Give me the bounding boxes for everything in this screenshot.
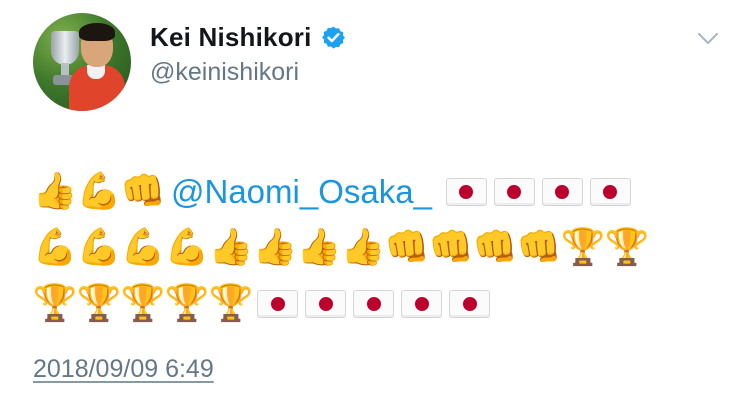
verified-badge-icon: [321, 26, 345, 49]
japan-flag-icon: [493, 178, 535, 206]
trophy-icon: 🏆: [604, 227, 650, 268]
tweet-line-2: 💪 💪 💪 💪 👍 👍 👍 👍 👊 👊 👊 👊 🏆 🏆: [33, 219, 733, 277]
oncoming-fist-icon: 👊: [516, 227, 562, 268]
trophy-icon: 🏆: [208, 283, 254, 324]
japan-flag-icon: [589, 178, 631, 206]
flexed-biceps-icon: 💪: [164, 227, 210, 268]
avatar[interactable]: [33, 13, 131, 111]
trophy-icon: 🏆: [120, 283, 166, 324]
japan-flag-icon: [353, 290, 394, 318]
tweet-text: 👍 💪 👊 @Naomi_Osaka_ 💪 💪 💪 💪 👍 👍 👍 👍 👊 👊 …: [33, 163, 733, 333]
oncoming-fist-icon: 👊: [472, 227, 518, 268]
tweet-line-1: 👍 💪 👊 @Naomi_Osaka_: [33, 163, 733, 221]
japan-flag-icon: [401, 290, 442, 318]
thumbs-up-icon: 👍: [340, 227, 386, 268]
thumbs-up-icon: 👍: [252, 227, 298, 268]
tweet-line-3: 🏆 🏆 🏆 🏆 🏆: [33, 275, 733, 333]
japan-flag-icon: [445, 178, 487, 206]
japan-flag-icon: [305, 290, 346, 318]
thumbs-up-icon: 👍: [296, 227, 342, 268]
user-handle[interactable]: @keinishikori: [150, 58, 299, 87]
chevron-down-icon[interactable]: [697, 30, 719, 46]
flexed-biceps-icon: 💪: [120, 227, 166, 268]
flexed-biceps-icon: 💪: [76, 227, 122, 268]
trophy-icon: 🏆: [32, 283, 78, 324]
oncoming-fist-icon: 👊: [384, 227, 430, 268]
thumbs-up-icon: 👍: [208, 227, 254, 268]
oncoming-fist-icon: 👊: [120, 171, 166, 212]
trophy-icon: 🏆: [164, 283, 210, 324]
mention-link[interactable]: @Naomi_Osaka_: [171, 173, 432, 211]
japan-flag-icon: [449, 290, 490, 318]
display-name[interactable]: Kei Nishikori: [150, 22, 312, 53]
avatar-trophy-cup: [51, 31, 79, 65]
japan-flag-icon: [257, 290, 298, 318]
flexed-biceps-icon: 💪: [76, 171, 122, 212]
oncoming-fist-icon: 👊: [428, 227, 474, 268]
name-row: Kei Nishikori: [150, 22, 346, 53]
tweet-timestamp-link[interactable]: 2018/09/09 6:49: [33, 355, 214, 384]
japan-flag-icon: [541, 178, 583, 206]
flexed-biceps-icon: 💪: [32, 227, 78, 268]
trophy-icon: 🏆: [560, 227, 606, 268]
thumbs-up-icon: 👍: [32, 171, 78, 212]
avatar-collar: [87, 65, 105, 79]
trophy-icon: 🏆: [76, 283, 122, 324]
avatar-hair: [79, 23, 115, 41]
